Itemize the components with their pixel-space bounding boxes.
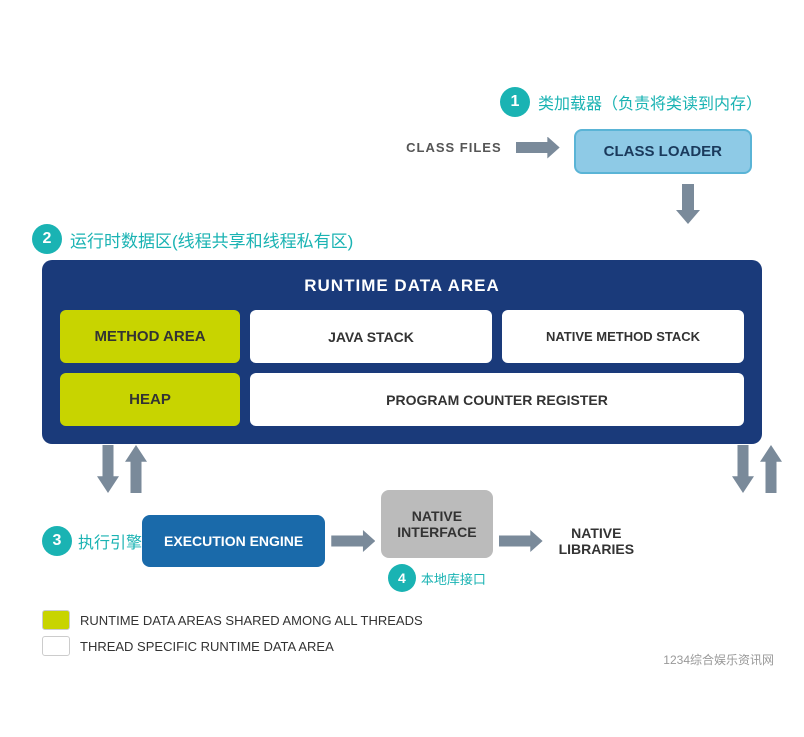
class-loader-down-arrow [676,184,700,224]
legend-item-thread: THREAD SPECIFIC RUNTIME DATA AREA [42,636,762,656]
class-files-arrow [510,137,566,159]
legend-color-shared [42,610,70,630]
step2-badge: 2 [32,224,62,254]
right-down-arrow [732,445,754,493]
native-method-stack-cell: NATIVE METHOD STACK [502,310,744,363]
heap-cell: HEAP [60,373,240,426]
step2-section: 2 运行时数据区(线程共享和线程私有区) [32,224,752,254]
mid-arrows-row [42,444,762,494]
step1-label: 类加载器（负责将类读到内存） [538,90,762,114]
class-loader-box: CLASS LOADER [574,129,752,174]
legend-label-shared: RUNTIME DATA AREAS SHARED AMONG ALL THRE… [80,613,423,628]
native-interface-box: NATIVE INTERFACE [381,490,492,558]
left-up-arrow [125,445,147,493]
step4-badge: 4 [388,564,416,592]
engine-to-interface-arrow [325,530,381,552]
right-up-arrow [760,445,782,493]
legend-label-thread: THREAD SPECIFIC RUNTIME DATA AREA [80,639,334,654]
native-libraries-box: NATIVE LIBRARIES [549,515,644,567]
left-down-arrow [97,445,119,493]
interface-to-libraries-arrow [493,530,549,552]
step3-badge: 3 [42,526,72,556]
step4-label: 本地库接口 [421,569,486,588]
class-files-label: CLASS FILES [406,140,502,155]
method-area-cell: METHOD AREA [60,310,240,363]
program-counter-cell: PROGRAM COUNTER REGISTER [250,373,744,426]
legend-color-thread [42,636,70,656]
runtime-title: RUNTIME DATA AREA [60,276,744,296]
execution-engine-box: EXECUTION ENGINE [142,515,325,567]
step1-badge: 1 [500,87,530,117]
watermark: 1234综合娱乐资讯网 [663,651,774,668]
java-stack-cell: JAVA STACK [250,310,492,363]
legend-item-shared: RUNTIME DATA AREAS SHARED AMONG ALL THRE… [42,610,762,630]
step3-label: 执行引擎 [78,529,142,553]
step2-label: 运行时数据区(线程共享和线程私有区) [70,227,353,252]
legend: RUNTIME DATA AREAS SHARED AMONG ALL THRE… [42,610,762,656]
runtime-data-area: RUNTIME DATA AREA METHOD AREA JAVA STACK… [42,260,762,444]
